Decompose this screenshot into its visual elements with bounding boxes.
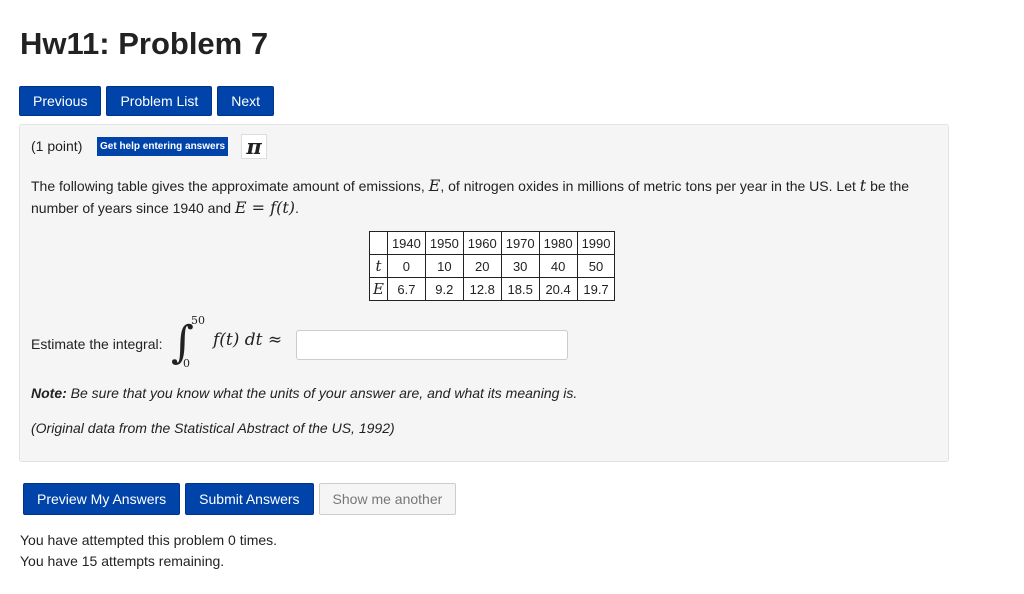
previous-button[interactable]: Previous <box>19 86 102 116</box>
table-cell: 1990 <box>576 231 616 255</box>
equation: E = f(t) <box>234 198 295 217</box>
problem-statement: The following table gives the approximat… <box>31 176 910 217</box>
table-row-label: E <box>369 277 388 301</box>
answer-actions: Preview My Answers Submit Answers Show m… <box>23 483 457 515</box>
table-cell: 18.5 <box>500 277 540 301</box>
integral-lower-limit: 0 <box>183 357 190 370</box>
table-cell: 1970 <box>500 231 540 255</box>
table-cell: 20 <box>462 254 502 278</box>
table-row: E 6.7 9.2 12.8 18.5 20.4 19.7 <box>369 277 616 301</box>
attempts-count: You have attempted this problem 0 times. <box>20 532 278 548</box>
problem-nav: Previous Problem List Next <box>19 86 275 116</box>
preview-answers-button[interactable]: Preview My Answers <box>23 483 181 515</box>
estimate-label: Estimate the integral: <box>31 336 163 352</box>
source-text: (Original data from the Statistical Abst… <box>31 420 395 436</box>
table-cell: 40 <box>538 254 578 278</box>
table-cell: 1960 <box>462 231 502 255</box>
table-cell: 6.7 <box>386 277 426 301</box>
integral-upper-limit: 50 <box>191 314 205 327</box>
table-cell <box>369 231 388 255</box>
table-cell: 9.2 <box>424 277 464 301</box>
table-cell: 1940 <box>386 231 426 255</box>
table-row: t 0 10 20 30 40 50 <box>369 254 616 278</box>
show-another-button[interactable]: Show me another <box>318 483 457 515</box>
table-row: 1940 1950 1960 1970 1980 1990 <box>369 231 616 255</box>
attempts-info: You have attempted this problem 0 times.… <box>20 530 277 572</box>
table-cell: 20.4 <box>538 277 578 301</box>
note-label: Note: <box>31 385 67 401</box>
answer-input[interactable] <box>296 330 568 360</box>
table-row-label: t <box>369 254 388 278</box>
table-cell: 50 <box>576 254 616 278</box>
pi-icon[interactable]: π <box>241 134 267 159</box>
integrand: f(t) dt ≈ <box>213 330 283 350</box>
page-title: Hw11: Problem 7 <box>20 26 269 61</box>
emissions-table: 1940 1950 1960 1970 1980 1990 t 0 10 20 … <box>369 231 616 301</box>
note-text: Note: Be sure that you know what the uni… <box>31 385 578 401</box>
next-button[interactable]: Next <box>217 86 275 116</box>
table-cell: 30 <box>500 254 540 278</box>
problem-list-button[interactable]: Problem List <box>106 86 213 116</box>
table-cell: 1980 <box>538 231 578 255</box>
var-e: E <box>428 176 441 195</box>
table-cell: 10 <box>424 254 464 278</box>
submit-answers-button[interactable]: Submit Answers <box>185 483 314 515</box>
table-cell: 1950 <box>424 231 464 255</box>
points-label: (1 point) <box>31 138 83 154</box>
problem-panel: (1 point) Get help entering answers π Th… <box>19 124 949 462</box>
attempts-remaining: You have 15 attempts remaining. <box>20 553 225 569</box>
table-cell: 19.7 <box>576 277 616 301</box>
help-entering-answers-button[interactable]: Get help entering answers <box>97 137 229 156</box>
table-cell: 0 <box>386 254 426 278</box>
table-cell: 12.8 <box>462 277 502 301</box>
